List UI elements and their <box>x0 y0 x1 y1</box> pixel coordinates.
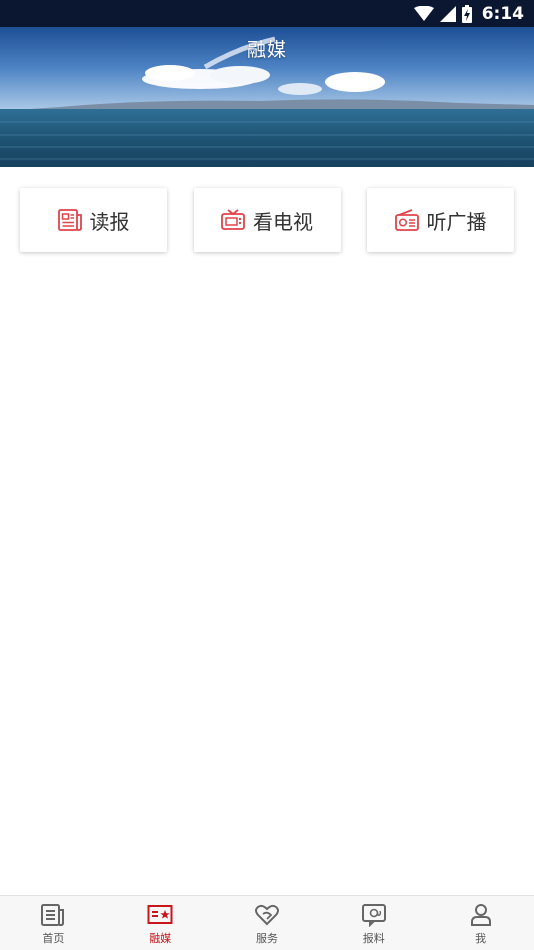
read-newspaper-button[interactable]: 读报 <box>20 188 167 252</box>
status-bar: 6:14 <box>0 0 534 27</box>
radio-icon <box>394 209 419 231</box>
nav-item-media[interactable]: 融媒 <box>107 896 214 950</box>
media-cards: 读报 看电视 听广播 <box>20 188 514 252</box>
nav-label-service: 服务 <box>255 932 278 945</box>
nav-item-me[interactable]: 我 <box>427 896 534 950</box>
watch-tv-button[interactable]: 看电视 <box>193 188 341 252</box>
wifi-icon <box>413 5 434 21</box>
status-time: 6:14 <box>481 3 524 24</box>
newspaper-icon <box>57 209 82 231</box>
profile-icon <box>470 904 491 926</box>
signal-icon <box>439 5 456 22</box>
listen-radio-button[interactable]: 听广播 <box>367 188 514 252</box>
page-title: 融媒 <box>246 39 287 61</box>
nav-item-service[interactable]: 服务 <box>214 896 321 950</box>
nav-label-me: 我 <box>475 932 487 945</box>
nav-item-home[interactable]: 首页 <box>0 896 107 950</box>
battery-charging-icon <box>461 4 472 23</box>
report-icon <box>361 904 386 927</box>
nav-label-report: 报料 <box>362 932 385 945</box>
heart-service-icon <box>254 904 279 926</box>
hero-banner: 融媒 <box>0 27 534 167</box>
nav-item-report[interactable]: 报料 <box>320 896 427 950</box>
watch-tv-label: 看电视 <box>253 209 313 234</box>
bottom-nav: 首页 融媒 服务 报料 我 <box>0 895 534 950</box>
listen-radio-label: 听广播 <box>426 209 487 234</box>
media-star-icon <box>147 905 173 924</box>
status-icons: 6:14 <box>413 0 524 27</box>
nav-label-media: 融媒 <box>149 932 172 945</box>
read-newspaper-label: 读报 <box>89 209 130 234</box>
nav-label-home: 首页 <box>42 932 65 945</box>
news-icon <box>41 904 65 926</box>
tv-icon <box>221 209 245 230</box>
